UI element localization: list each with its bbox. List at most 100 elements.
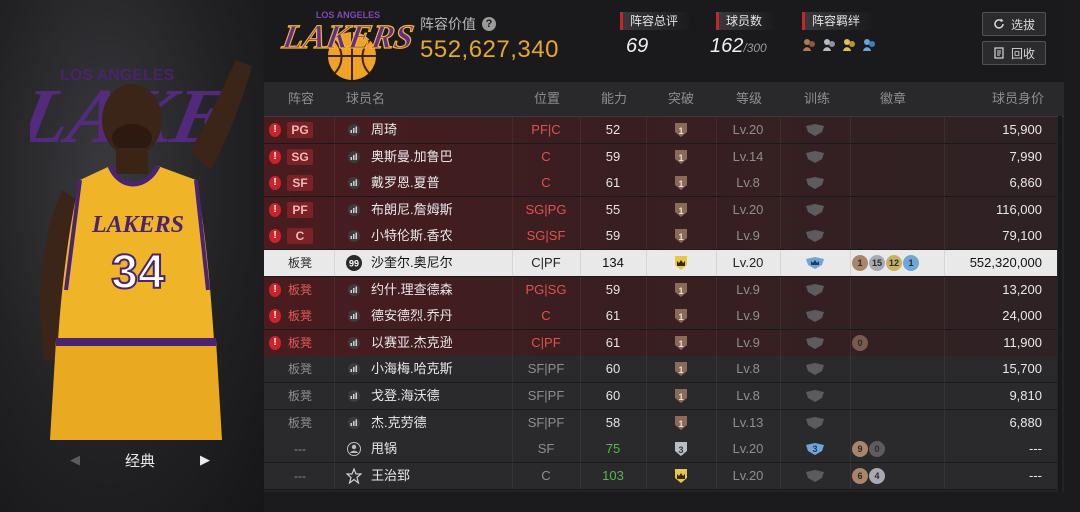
player-name[interactable]: 小海梅.哈克斯 <box>371 356 521 382</box>
col-training[interactable]: 训练 <box>804 82 830 116</box>
breakthrough-shield-icon[interactable]: 1 <box>646 330 716 356</box>
lineup-slot[interactable]: C <box>268 223 332 249</box>
player-stats-icon[interactable] <box>344 356 364 382</box>
lineup-slot[interactable]: 板凳 <box>268 330 332 356</box>
training-icon[interactable] <box>780 197 850 223</box>
roster-row[interactable]: --- 王治郅 C 103 Lv.20 6 4 --- <box>264 462 1057 490</box>
lineup-slot[interactable]: 板凳 <box>268 356 332 382</box>
lineup-slot[interactable]: 板凳 <box>268 250 332 276</box>
roster-row[interactable]: 板凳 杰.克劳德 SF|PF 58 1 Lv.13 6,880 <box>264 409 1057 437</box>
lineup-slot[interactable]: PG <box>268 117 332 143</box>
lineup-slot[interactable]: --- <box>268 463 332 489</box>
breakthrough-shield-icon[interactable]: 1 <box>646 144 716 170</box>
col-level[interactable]: 等级 <box>736 82 762 116</box>
recycle-button[interactable]: 回收 <box>982 41 1046 65</box>
lineup-slot[interactable]: 板凳 <box>268 277 332 303</box>
era-prev-arrow-icon[interactable]: ◀ <box>70 452 80 468</box>
roster-row[interactable]: 板凳 99 沙奎尔.奥尼尔 C|PF 134 Lv.20 1 15 12 1 552,320,000 <box>264 250 1057 277</box>
breakthrough-shield-icon[interactable]: 1 <box>646 223 716 249</box>
training-icon[interactable] <box>780 144 850 170</box>
breakthrough-shield-icon[interactable]: 1 <box>646 197 716 223</box>
roster-row[interactable]: ! 板凳 以赛亚.杰克逊 C|PF 61 1 Lv.9 0 11,900 <box>264 329 1057 357</box>
training-icon[interactable]: 3 <box>780 436 850 462</box>
player-name[interactable]: 约什.理查德森 <box>371 277 521 303</box>
player-name[interactable]: 戈登.海沃德 <box>371 383 521 409</box>
player-stats-icon[interactable] <box>344 277 364 303</box>
training-icon[interactable] <box>780 410 850 436</box>
roster-row[interactable]: 板凳 戈登.海沃德 SF|PF 60 1 Lv.8 9,810 <box>264 383 1057 410</box>
lineup-slot[interactable]: SG <box>268 144 332 170</box>
breakthrough-crown-icon[interactable] <box>646 250 716 276</box>
lineup-slot[interactable]: SF <box>268 170 332 196</box>
era-next-arrow-icon[interactable]: ▶ <box>200 452 210 468</box>
training-icon[interactable] <box>780 330 850 356</box>
help-icon[interactable]: ? <box>482 17 496 31</box>
player-stats-icon[interactable] <box>344 117 364 143</box>
player-name[interactable]: 杰.克劳德 <box>371 410 521 436</box>
roster-row[interactable]: ! PG 周琦 PF|C 52 1 Lv.20 15,900 <box>264 117 1057 144</box>
roster-row[interactable]: ! 板凳 德安德烈.乔丹 C 61 1 Lv.9 24,000 <box>264 303 1057 331</box>
roster-row[interactable]: ! SF 戴罗恩.夏普 C 61 1 Lv.8 6,860 <box>264 170 1057 198</box>
player-name[interactable]: 甩锅 <box>371 436 521 462</box>
roster-row[interactable]: ! 板凳 约什.理查德森 PG|SG 59 1 Lv.9 13,200 <box>264 276 1057 304</box>
select-button[interactable]: 选拔 <box>982 12 1046 36</box>
breakthrough-shield-icon[interactable]: 3 <box>646 436 716 462</box>
player-name[interactable]: 沙奎尔.奥尼尔 <box>371 250 521 276</box>
custom-player-icon[interactable] <box>344 436 364 462</box>
training-icon[interactable] <box>780 223 850 249</box>
training-icon[interactable] <box>780 463 850 489</box>
col-badges[interactable]: 徽章 <box>880 82 906 116</box>
player-rank-icon[interactable]: 99 <box>344 250 364 276</box>
player-stats-icon[interactable] <box>344 170 364 196</box>
player-stats-icon[interactable] <box>344 383 364 409</box>
player-name[interactable]: 布朗尼.詹姆斯 <box>371 197 521 223</box>
player-stats-icon[interactable] <box>344 303 364 329</box>
training-icon[interactable] <box>780 356 850 382</box>
roster-row[interactable]: 板凳 小海梅.哈克斯 SF|PF 60 1 Lv.8 15,700 <box>264 356 1057 384</box>
training-icon[interactable] <box>780 117 850 143</box>
training-icon[interactable] <box>780 303 850 329</box>
breakthrough-shield-icon[interactable]: 1 <box>646 117 716 143</box>
player-name[interactable]: 德安德烈.乔丹 <box>371 303 521 329</box>
col-name[interactable]: 球员名 <box>346 82 385 116</box>
player-name[interactable]: 奥斯曼.加鲁巴 <box>371 144 521 170</box>
player-name[interactable]: 戴罗恩.夏普 <box>371 170 521 196</box>
training-icon[interactable] <box>780 170 850 196</box>
roster-row[interactable]: ! C 小特伦斯.香农 SG|SF 59 1 Lv.9 79,100 <box>264 223 1057 251</box>
player-name[interactable]: 周琦 <box>371 117 521 143</box>
lineup-slot[interactable]: 板凳 <box>268 383 332 409</box>
lineup-slot[interactable]: 板凳 <box>268 303 332 329</box>
breakthrough-crown-icon[interactable] <box>646 463 716 489</box>
roster-row[interactable]: ! PF 布朗尼.詹姆斯 SG|PG 55 1 Lv.20 116,000 <box>264 196 1057 224</box>
lineup-slot[interactable]: --- <box>268 436 332 462</box>
breakthrough-shield-icon[interactable]: 1 <box>646 303 716 329</box>
player-stats-icon[interactable] <box>344 330 364 356</box>
breakthrough-shield-icon[interactable]: 1 <box>646 410 716 436</box>
bond-icons[interactable] <box>802 38 876 52</box>
player-name[interactable]: 小特伦斯.香农 <box>371 223 521 249</box>
player-stats-icon[interactable] <box>344 223 364 249</box>
breakthrough-shield-icon[interactable]: 1 <box>646 383 716 409</box>
player-stats-icon[interactable] <box>344 197 364 223</box>
col-breakthrough[interactable]: 突破 <box>668 82 694 116</box>
breakthrough-shield-icon[interactable]: 1 <box>646 356 716 382</box>
roster-row[interactable]: --- 甩锅 SF 75 3 Lv.20 3 9 0 --- <box>264 436 1057 464</box>
roster-scrollbar[interactable] <box>1058 116 1062 492</box>
player-stats-icon[interactable] <box>344 410 364 436</box>
player-name[interactable]: 以赛亚.杰克逊 <box>371 330 521 356</box>
col-price[interactable]: 球员身价 <box>992 82 1044 116</box>
training-icon[interactable] <box>780 277 850 303</box>
breakthrough-shield-icon[interactable]: 1 <box>646 277 716 303</box>
player-stats-icon[interactable] <box>344 144 364 170</box>
training-icon[interactable] <box>780 383 850 409</box>
lineup-slot[interactable]: 板凳 <box>268 410 332 436</box>
breakthrough-shield-icon[interactable]: 1 <box>646 170 716 196</box>
legend-star-icon[interactable] <box>344 463 364 489</box>
col-slot[interactable]: 阵容 <box>288 82 314 116</box>
player-name[interactable]: 王治郅 <box>371 463 521 489</box>
col-rating[interactable]: 能力 <box>601 82 627 116</box>
col-position[interactable]: 位置 <box>534 82 560 116</box>
training-icon[interactable] <box>780 250 850 276</box>
roster-row[interactable]: ! SG 奥斯曼.加鲁巴 C 59 1 Lv.14 7,990 <box>264 143 1057 171</box>
lineup-slot[interactable]: PF <box>268 197 332 223</box>
